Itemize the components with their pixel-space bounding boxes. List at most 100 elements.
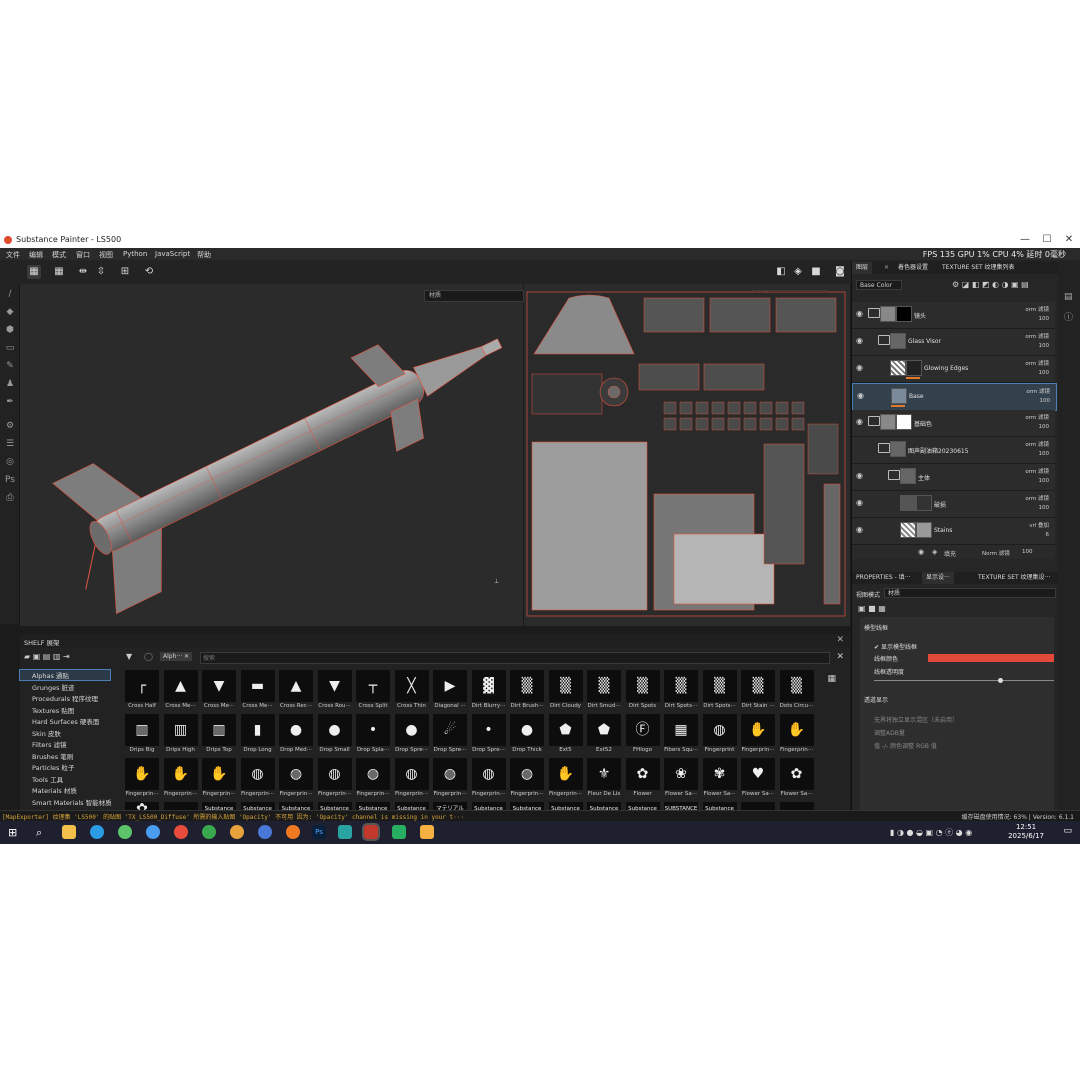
- shelf-category[interactable]: Hard Surfaces 硬表面: [32, 716, 99, 726]
- asset-tile[interactable]: ▼ Cross Rou···: [317, 670, 353, 712]
- effect-row[interactable]: ◉ ◈ 填充 Norm 滤镜 100: [852, 545, 1055, 559]
- asset-tile[interactable]: Substance: [586, 802, 622, 810]
- asset-tile[interactable]: ● Drop Thick: [509, 714, 545, 756]
- asset-tile[interactable]: ◍ Fingerprin···: [471, 758, 507, 800]
- browser-icon[interactable]: [146, 825, 160, 839]
- add-icon[interactable]: ⊞: [118, 265, 132, 279]
- asset-tile[interactable]: ◍ Fingerprint: [702, 714, 738, 756]
- geometry-mask-icon[interactable]: ▭: [4, 342, 16, 354]
- layer-opacity[interactable]: 100: [1039, 505, 1050, 511]
- shelf-folder-icons[interactable]: ▰ ▣ ▤ ▥ ⇥: [24, 652, 70, 661]
- bake-icon[interactable]: ◎: [4, 456, 16, 468]
- grid-dense-icon[interactable]: ▦: [52, 265, 66, 279]
- layer-row[interactable]: ◉ Stains vrl 叠加 6: [852, 518, 1055, 545]
- shelf-category[interactable]: Materials 材质: [32, 785, 77, 795]
- visibility-eye-icon[interactable]: ◉: [856, 498, 863, 507]
- layer-blend[interactable]: orm 滤镜: [1026, 387, 1050, 395]
- asset-tile[interactable]: ▥ Drips Big: [124, 714, 160, 756]
- asset-tile[interactable]: ▒ Dirt Spots: [625, 670, 661, 712]
- viewport-2d[interactable]: 材质: [524, 284, 850, 626]
- asset-tile[interactable]: ✋ Fingerprin···: [124, 758, 160, 800]
- asset-tile[interactable]: ✿: [124, 802, 160, 810]
- close-tab-icon[interactable]: ✕: [880, 262, 893, 274]
- chrome-2-icon[interactable]: [174, 825, 188, 839]
- paint-brush-icon[interactable]: /: [4, 288, 16, 300]
- asset-tile[interactable]: Substance: [240, 802, 276, 810]
- tray-icons[interactable]: ▮ ◑ ● ◒ ▣ ◔ ⓔ ◕ ◉: [890, 827, 972, 838]
- screenshot-icon[interactable]: ◙: [833, 265, 847, 279]
- grid-view-icon[interactable]: ▦: [27, 265, 41, 279]
- eraser-icon[interactable]: ◆: [4, 306, 16, 318]
- show-wireframe-checkbox-label[interactable]: ✔ 显示模型线框: [874, 642, 917, 651]
- asset-tile[interactable]: ╳ Cross Thin: [394, 670, 430, 712]
- cube-icon[interactable]: ◈: [791, 265, 805, 279]
- visibility-eye-icon[interactable]: ◉: [856, 309, 863, 318]
- notification-icon[interactable]: ▭: [1063, 826, 1072, 836]
- shelf-category[interactable]: Particles 粒子: [32, 762, 74, 772]
- qq-icon[interactable]: [420, 825, 434, 839]
- status-log-message[interactable]: [MapExporter] 纹理集 'LS500' 的贴图 'TX_LS500_…: [2, 812, 464, 821]
- asset-tile[interactable]: ▲ Cross Rec···: [278, 670, 314, 712]
- asset-tile[interactable]: ⬟ Ext5: [548, 714, 584, 756]
- picker-icon[interactable]: ✒: [4, 396, 16, 408]
- asset-tile[interactable]: SUBSTANCE: [663, 802, 699, 810]
- substance-painter-icon[interactable]: [362, 823, 380, 841]
- minimize-button[interactable]: —: [1014, 233, 1036, 247]
- asset-tile[interactable]: Substance: [355, 802, 391, 810]
- menu-edit[interactable]: 编辑: [29, 250, 43, 260]
- layer-blend[interactable]: orm 滤镜: [1025, 332, 1049, 340]
- layer-row[interactable]: 图声副油箱20230615 orm 滤镜 100: [852, 437, 1055, 464]
- asset-tile[interactable]: ▦ Fibers Squ···: [663, 714, 699, 756]
- asset-tile[interactable]: • Drop Spre···: [471, 714, 507, 756]
- layer-row[interactable]: ◉ 破损 orm 滤镜 100: [852, 491, 1055, 518]
- layer-row[interactable]: ◉ Glass Visor orm 滤镜 100: [852, 329, 1055, 356]
- asset-tile[interactable]: ◍ Fingerprin···: [432, 758, 468, 800]
- shelf-category[interactable]: Procedurals 程序纹理: [32, 693, 98, 703]
- tab-shader-settings[interactable]: 着色器设置: [894, 262, 932, 274]
- asset-tile[interactable]: ❀ Flower Sa···: [663, 758, 699, 800]
- layer-row[interactable]: ◉ 镜头 orm 滤镜 100: [852, 302, 1055, 329]
- shelf-category[interactable]: Textures 贴图: [32, 705, 74, 715]
- menu-file[interactable]: 文件: [6, 250, 20, 260]
- asset-tile[interactable]: Substance: [509, 802, 545, 810]
- filter-icon[interactable]: ▼: [126, 652, 132, 661]
- asset-tile[interactable]: ▬ Cross Me···: [240, 670, 276, 712]
- option-3[interactable]: 值 -/- 颜色调整 RGB 值: [874, 741, 937, 750]
- asset-tile[interactable]: ◍ Fingerprin···: [240, 758, 276, 800]
- layer-opacity[interactable]: 100: [1039, 451, 1050, 457]
- channel-select[interactable]: Base Color: [856, 280, 902, 290]
- chrome-4-icon[interactable]: [258, 825, 272, 839]
- mirror-x-icon[interactable]: ⇹: [76, 265, 90, 279]
- smudge-icon[interactable]: ✎: [4, 360, 16, 372]
- layer-row[interactable]: ◉ 基础色 orm 滤镜 100: [852, 410, 1055, 437]
- shelf-close-icon[interactable]: ✕: [836, 635, 844, 645]
- visibility-eye-icon[interactable]: ◉: [856, 417, 863, 426]
- asset-tile[interactable]: ● Drop Spre···: [394, 714, 430, 756]
- app-green-icon[interactable]: [202, 825, 216, 839]
- document-icon[interactable]: ▤: [1064, 292, 1073, 302]
- search-icon[interactable]: ⌕: [36, 826, 42, 840]
- asset-tile[interactable]: ▒ Dirt Spots···: [702, 670, 738, 712]
- edge-icon[interactable]: [90, 825, 104, 839]
- shelf-category[interactable]: Skin 皮肤: [32, 728, 61, 738]
- projection-icon[interactable]: ⬢: [4, 324, 16, 336]
- asset-tile[interactable]: ● Drop Small: [317, 714, 353, 756]
- layer-blend[interactable]: orm 滤镜: [1025, 305, 1049, 313]
- layer-opacity[interactable]: 100: [1039, 370, 1050, 376]
- asset-tile[interactable]: Substance: [548, 802, 584, 810]
- asset-tile[interactable]: [740, 802, 776, 810]
- asset-tile[interactable]: Ⓕ FHlogo: [625, 714, 661, 756]
- shelf-search-input[interactable]: [200, 652, 830, 664]
- asset-tile[interactable]: ✋ Fingerprin···: [740, 714, 776, 756]
- close-button[interactable]: ✕: [1058, 233, 1080, 247]
- asset-tile[interactable]: ♥ Flower Sa···: [740, 758, 776, 800]
- tab-texture-set-settings[interactable]: TEXTURE SET 纹理集设···: [974, 572, 1054, 584]
- asset-tile[interactable]: ▒ Dirt Brush···: [509, 670, 545, 712]
- layer-opacity[interactable]: 6: [1046, 532, 1050, 538]
- history-icon[interactable]: ⟲: [142, 265, 156, 279]
- wire-opacity-slider[interactable]: [874, 678, 1054, 683]
- asset-tile[interactable]: ◍ Fingerprin···: [355, 758, 391, 800]
- menu-view[interactable]: 视图: [99, 250, 113, 260]
- shelf-category[interactable]: Brushes 笔刷: [32, 751, 73, 761]
- asset-tile[interactable]: ◍ Fingerprin···: [278, 758, 314, 800]
